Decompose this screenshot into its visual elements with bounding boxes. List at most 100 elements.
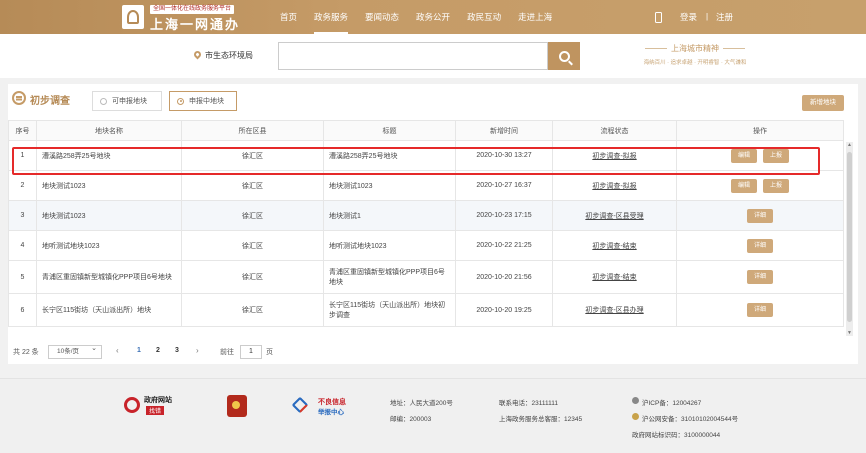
radio-available-label: 可申报地块 <box>112 98 147 105</box>
plot-name: 地块测试1023 <box>36 170 182 201</box>
new-plot-button[interactable]: 新增地块 <box>802 95 844 111</box>
col-header-district: 所在区县 <box>181 120 324 141</box>
district: 徐汇区 <box>181 200 324 231</box>
nav-government-services[interactable]: 政务服务 <box>314 0 349 34</box>
row-number: 6 <box>8 293 37 327</box>
detail-button[interactable]: 详细 <box>746 270 773 284</box>
nav-home[interactable]: 首页 <box>280 0 297 34</box>
table-row[interactable]: 3 地块测试1023 徐汇区 地块测试1 2020-10-23 17:15 初步… <box>8 200 844 231</box>
district: 徐汇区 <box>181 293 324 327</box>
detail-button[interactable]: 详细 <box>746 303 773 317</box>
main-nav: 首页 政务服务 要闻动态 政务公开 政民互动 走进上海 <box>280 0 569 34</box>
prev-page-icon[interactable]: ‹ <box>116 346 119 355</box>
title: 地听测试地块1023 <box>323 230 456 261</box>
col-header-actions: 操作 <box>676 120 844 141</box>
header-separator: | <box>706 12 709 21</box>
radio-reporting-plots[interactable]: 申报中地块 <box>169 91 237 111</box>
location-pin-icon <box>192 49 203 60</box>
police-badge-icon <box>632 413 639 420</box>
edit-button[interactable]: 编辑 <box>731 178 758 193</box>
plot-name: 地块测试1023 <box>36 200 182 231</box>
search-input[interactable] <box>278 42 548 70</box>
table-scrollbar[interactable]: ▲ ▼ <box>846 142 853 336</box>
nav-about-shanghai[interactable]: 走进上海 <box>518 0 552 34</box>
scroll-up-icon[interactable]: ▲ <box>847 142 852 148</box>
detail-button[interactable]: 详细 <box>746 208 773 223</box>
survey-list-icon <box>12 91 26 105</box>
plot-name: 青浦区重固镇新型城镇化PPP项目6号地块 <box>36 260 182 294</box>
col-header-no: 序号 <box>8 120 37 141</box>
plot-name: 地听测试地块1023 <box>36 230 182 261</box>
district: 徐汇区 <box>181 260 324 294</box>
search-band: 市生态环境局 上海城市精神 海纳百川 · 追求卓越 · 开明睿智 · 大气谦和 <box>0 34 866 78</box>
actions-cell: 详细 <box>676 260 844 294</box>
nav-public-affairs[interactable]: 政务公开 <box>416 0 450 34</box>
gov-site-error-badge[interactable]: 政府网站 找错 <box>124 393 184 421</box>
plot-name: 长宁区115街坊（天山派出所）地块 <box>36 293 182 327</box>
col-header-name: 地块名称 <box>36 120 182 141</box>
table-row[interactable]: 2 地块测试1023 徐汇区 地块测试1023 2020-10-27 16:37… <box>8 170 844 201</box>
department-selector[interactable]: 市生态环境局 <box>205 50 253 61</box>
magnifier-icon <box>124 397 140 413</box>
badge3-sub: 举报中心 <box>318 409 344 416</box>
district: 徐汇区 <box>181 230 324 261</box>
scroll-down-icon[interactable]: ▼ <box>847 330 852 336</box>
created-time: 2020-10-22 21:25 <box>455 230 553 261</box>
status-link[interactable]: 初步调查-拟报 <box>592 183 636 190</box>
search-button[interactable] <box>548 42 580 70</box>
created-time: 2020-10-20 19:25 <box>455 293 553 327</box>
detail-button[interactable]: 详细 <box>746 238 773 253</box>
nav-interaction[interactable]: 政民互动 <box>467 0 501 34</box>
site-logo-icon[interactable] <box>122 5 144 29</box>
party-gov-emblem-icon[interactable] <box>227 395 247 417</box>
illegal-info-report-badge[interactable]: 不良信息 举报中心 <box>291 395 358 419</box>
table-row[interactable]: 5 青浦区重固镇新型城镇化PPP项目6号地块 徐汇区 青浦区重固镇新型城镇化PP… <box>8 260 844 294</box>
actions-cell: 详细 <box>676 293 844 327</box>
goto-unit: 页 <box>266 349 273 356</box>
actions-cell: 详细 <box>676 230 844 261</box>
title: 青浦区重固镇新型城镇化PPP项目6号地块 <box>323 260 456 294</box>
created-time: 2020-10-27 16:37 <box>455 170 553 201</box>
status-link[interactable]: 初步调查-结束 <box>592 243 636 250</box>
status-link[interactable]: 初步调查-区县受理 <box>585 213 643 220</box>
city-spirit-subtitle: 海纳百川 · 追求卓越 · 开明睿智 · 大气谦和 <box>643 60 747 66</box>
footer-icp[interactable]: 沪ICP备：12004267 <box>642 397 701 407</box>
page-size-select[interactable]: 10条/页 <box>48 343 102 359</box>
col-header-status: 流程状态 <box>552 120 677 141</box>
page-1-button[interactable]: 1 <box>137 347 141 354</box>
title: 长宁区115街坊（天山派出所）地块初步调查 <box>323 293 456 327</box>
top-navigation-bar: 全国一体化在线政务服务平台 上海一网通办 首页 政务服务 要闻动态 政务公开 政… <box>0 0 866 34</box>
login-link[interactable]: 登录 <box>680 0 697 34</box>
footer-police[interactable]: 沪公网安备：31010102004544号 <box>642 413 738 423</box>
brand-title[interactable]: 上海一网通办 <box>150 14 240 33</box>
page-3-button[interactable]: 3 <box>175 347 179 354</box>
content-panel: 初步调查 可申报地块 申报中地块 新增地块 序号 地块名称 所在区县 标题 新增… <box>8 84 858 364</box>
footer-hotline: 上海政务服务总客服：12345 <box>499 416 583 423</box>
city-spirit-title: 上海城市精神 <box>620 43 770 54</box>
page-2-button[interactable]: 2 <box>156 347 160 354</box>
register-link[interactable]: 注册 <box>716 0 733 34</box>
table-row[interactable]: 4 地听测试地块1023 徐汇区 地听测试地块1023 2020-10-22 2… <box>8 230 844 261</box>
total-count: 共 22 条 <box>13 349 39 356</box>
status-link[interactable]: 初步调查-结束 <box>592 274 636 281</box>
footer-site-id: 政府网站标识码：3100000044 <box>632 432 721 439</box>
created-time: 2020-10-23 17:15 <box>455 200 553 231</box>
nav-news[interactable]: 要闻动态 <box>365 0 399 34</box>
table-row[interactable]: 6 长宁区115街坊（天山派出所）地块 徐汇区 长宁区115街坊（天山派出所）地… <box>8 293 844 327</box>
radio-available-plots[interactable]: 可申报地块 <box>92 91 162 111</box>
goto-page-input[interactable]: 1 <box>240 345 262 359</box>
status-cell: 初步调查-拟报 <box>552 170 677 201</box>
scroll-thumb[interactable] <box>847 152 852 322</box>
created-time: 2020-10-20 21:56 <box>455 260 553 294</box>
col-header-title: 标题 <box>323 120 456 141</box>
search-icon <box>558 50 570 62</box>
next-page-icon[interactable]: › <box>196 346 199 355</box>
row-number: 5 <box>8 260 37 294</box>
status-link[interactable]: 初步调查-区县办理 <box>585 307 643 314</box>
goto-label: 前往 <box>220 349 234 356</box>
badge1-sub: 找错 <box>146 406 165 415</box>
badge1-title: 政府网站 <box>144 397 172 404</box>
mobile-phone-icon[interactable] <box>655 12 662 23</box>
submit-button[interactable]: 上报 <box>762 178 789 193</box>
col-header-time: 新增时间 <box>455 120 553 141</box>
